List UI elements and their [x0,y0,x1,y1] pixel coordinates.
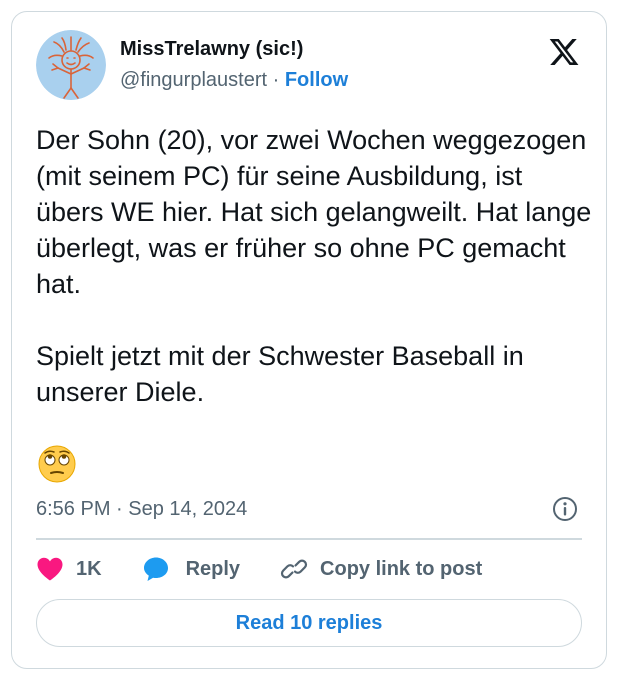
copy-link-button[interactable]: Copy link to post [280,555,482,583]
divider [36,538,582,540]
reply-button[interactable]: Reply [142,555,240,583]
like-button[interactable]: 1K [36,556,102,582]
tweet-paragraph: Spielt jetzt mit der Schwester Baseball … [36,341,524,407]
stick-figure-avatar-icon [36,30,106,100]
handle-separator: · [267,69,285,91]
info-icon[interactable] [550,494,580,524]
follow-button[interactable]: Follow [285,69,348,91]
like-count: 1K [76,557,102,580]
action-bar: 1K Reply Copy link to post [36,554,482,584]
face-with-rolling-eyes-icon [37,444,77,484]
avatar[interactable] [36,30,106,100]
copy-link-label: Copy link to post [320,557,483,580]
heart-icon [37,557,63,581]
author-handle[interactable]: @fingurplaustert [120,69,267,91]
x-logo-icon[interactable] [548,36,580,68]
tweet-text: Der Sohn (20), vor zwei Wochen weggezoge… [36,122,592,410]
author-handle-row: @fingurplaustert · Follow [120,68,348,92]
tweet-card: MissTrelawny (sic!) @fingurplaustert · F… [11,11,607,669]
reply-bubble-icon [143,557,168,581]
author-block: MissTrelawny (sic!) @fingurplaustert · F… [120,36,348,92]
tweet-paragraph: Der Sohn (20), vor zwei Wochen weggezoge… [36,125,592,299]
read-replies-button[interactable]: Read 10 replies [36,599,582,647]
tweet-timestamp[interactable]: 6:56 PM · Sep 14, 2024 [36,496,247,522]
author-display-name[interactable]: MissTrelawny (sic!) [120,36,348,62]
reply-label: Reply [185,557,241,580]
link-icon [280,559,308,579]
